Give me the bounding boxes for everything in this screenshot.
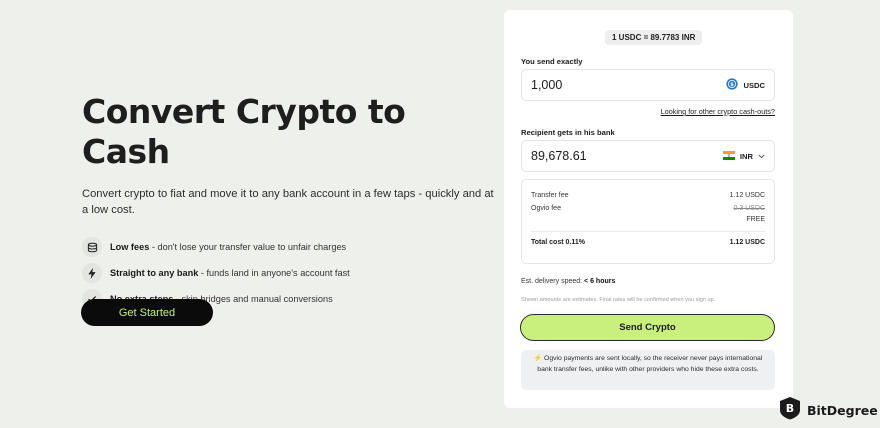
total-cost-row: Total cost 0.11% 1.12 USDC bbox=[531, 239, 765, 246]
total-cost-label: Total cost 0.11% bbox=[531, 239, 585, 246]
bitdegree-watermark: B BitDegree bbox=[779, 396, 878, 425]
fee-breakdown: Transfer fee 1.12 USDC Ogvio fee 0.3 USD… bbox=[521, 179, 775, 264]
receive-amount-value: 89,678.61 bbox=[531, 149, 587, 163]
converter-card: 1 USDC = 89.7783 INR You send exactly 1,… bbox=[504, 10, 793, 408]
svg-text:B: B bbox=[786, 402, 794, 415]
get-started-button[interactable]: Get Started bbox=[81, 299, 213, 326]
send-crypto-button[interactable]: Send Crypto bbox=[520, 314, 775, 341]
receive-currency-code: INR bbox=[739, 151, 753, 161]
lightning-icon bbox=[82, 263, 102, 283]
feature-title: Low fees bbox=[110, 242, 150, 252]
fee-divider bbox=[531, 231, 765, 232]
feature-straight-to-bank: Straight to any bank - funds land in any… bbox=[82, 260, 502, 286]
send-amount-field[interactable]: 1,000 $ USDC bbox=[521, 69, 775, 101]
page-title: Convert Crypto to Cash bbox=[82, 92, 406, 171]
ogvio-fee-label: Ogvio fee bbox=[531, 205, 561, 212]
svg-text:$: $ bbox=[731, 82, 735, 88]
receive-currency-select[interactable]: INR bbox=[722, 150, 765, 162]
exchange-rate-badge: 1 USDC = 89.7783 INR bbox=[605, 30, 703, 45]
feature-text: - don't lose your transfer value to unfa… bbox=[149, 242, 347, 252]
total-cost-value: 1.12 USDC bbox=[729, 239, 765, 246]
send-label: You send exactly bbox=[521, 57, 583, 66]
transfer-fee-value: 1.12 USDC bbox=[729, 192, 765, 199]
transfer-fee-label: Transfer fee bbox=[531, 192, 569, 199]
hero-subtitle: Convert crypto to fiat and move it to an… bbox=[82, 188, 494, 216]
ogvio-fee-value: FREE bbox=[746, 216, 765, 223]
ogvio-free-row: FREE bbox=[531, 216, 765, 223]
usdc-icon: $ bbox=[726, 78, 739, 92]
feature-low-fees: Low fees - don't lose your transfer valu… bbox=[82, 234, 502, 260]
chevron-down-icon bbox=[758, 152, 765, 161]
hero-section: Convert Crypto to Cash Convert crypto to… bbox=[82, 92, 502, 312]
delivery-label: Est. delivery speed: bbox=[521, 278, 583, 285]
estimate-disclaimer: Shown amounts are estimates. Final rates… bbox=[521, 297, 716, 303]
send-currency-code: USDC bbox=[743, 80, 765, 90]
india-flag-icon bbox=[722, 150, 735, 162]
send-currency: $ USDC bbox=[726, 78, 765, 92]
feature-text: - funds land in anyone's account fast bbox=[198, 268, 350, 278]
receive-label: Recipient gets in his bank bbox=[521, 128, 615, 137]
info-notice: ⚡ Ogvio payments are sent locally, so th… bbox=[521, 350, 775, 390]
coins-icon bbox=[82, 237, 102, 257]
transfer-fee-row: Transfer fee 1.12 USDC bbox=[531, 192, 765, 199]
send-amount-value[interactable]: 1,000 bbox=[531, 78, 726, 92]
ogvio-fee-old-value: 0.3 USDC bbox=[733, 205, 765, 212]
delivery-value: < 6 hours bbox=[584, 278, 616, 285]
feature-title: Straight to any bank bbox=[110, 268, 199, 278]
ogvio-fee-row: Ogvio fee 0.3 USDC bbox=[531, 205, 765, 212]
delivery-estimate: Est. delivery speed: < 6 hours bbox=[521, 278, 615, 285]
other-cashouts-link[interactable]: Looking for other crypto cash-outs? bbox=[661, 107, 775, 116]
bitdegree-logo-icon: B bbox=[779, 396, 801, 425]
receive-amount-field[interactable]: 89,678.61 INR bbox=[521, 140, 775, 172]
watermark-text: BitDegree bbox=[807, 403, 878, 418]
